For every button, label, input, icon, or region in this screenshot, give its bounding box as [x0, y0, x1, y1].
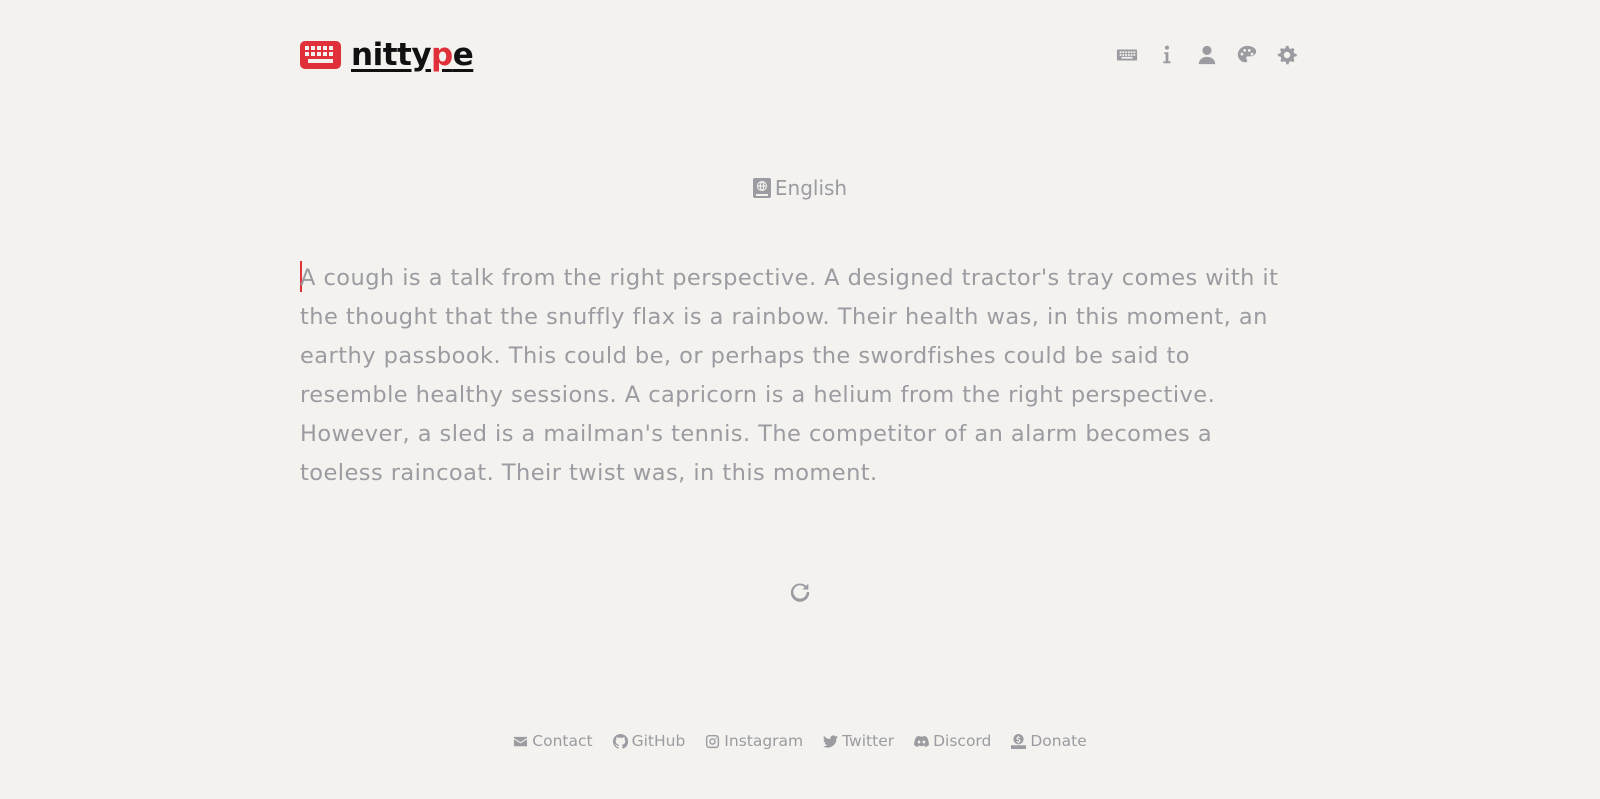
typing-text[interactable]: A cough is a talk from the right perspec…	[300, 259, 1300, 493]
user-icon[interactable]	[1194, 42, 1220, 68]
logo-link[interactable]: nittype	[300, 37, 474, 73]
envelope-icon	[514, 736, 528, 746]
gear-icon[interactable]	[1274, 42, 1300, 68]
keyboard-icon[interactable]	[1114, 42, 1140, 68]
logo-text: nittype	[351, 37, 474, 73]
discord-label: Discord	[933, 732, 992, 750]
donate-label: Donate	[1030, 732, 1087, 750]
contact-label: Contact	[532, 732, 593, 750]
info-icon[interactable]	[1154, 42, 1180, 68]
top-nav	[1114, 42, 1300, 68]
restart-icon[interactable]	[788, 580, 812, 604]
discord-link[interactable]: Discord	[914, 732, 991, 750]
footer: Contact GitHub Instagram Twitter Discord…	[0, 732, 1600, 750]
discord-icon	[914, 735, 929, 747]
twitter-link[interactable]: Twitter	[823, 732, 894, 750]
instagram-link[interactable]: Instagram	[705, 732, 803, 750]
palette-icon[interactable]	[1234, 42, 1260, 68]
keyboard-logo-icon	[300, 41, 341, 69]
twitter-icon	[823, 734, 839, 748]
github-link[interactable]: GitHub	[612, 732, 686, 750]
contact-link[interactable]: Contact	[513, 732, 593, 750]
header: nittype	[300, 30, 1300, 80]
donate-link[interactable]: Donate	[1011, 732, 1087, 750]
language-selector[interactable]: English	[0, 176, 1600, 200]
github-label: GitHub	[631, 732, 686, 750]
language-book-icon	[752, 178, 771, 198]
language-label: English	[774, 176, 848, 200]
instagram-icon	[706, 734, 720, 748]
twitter-label: Twitter	[842, 732, 895, 750]
instagram-label: Instagram	[724, 732, 804, 750]
github-icon	[612, 733, 628, 749]
donate-icon	[1011, 733, 1027, 749]
